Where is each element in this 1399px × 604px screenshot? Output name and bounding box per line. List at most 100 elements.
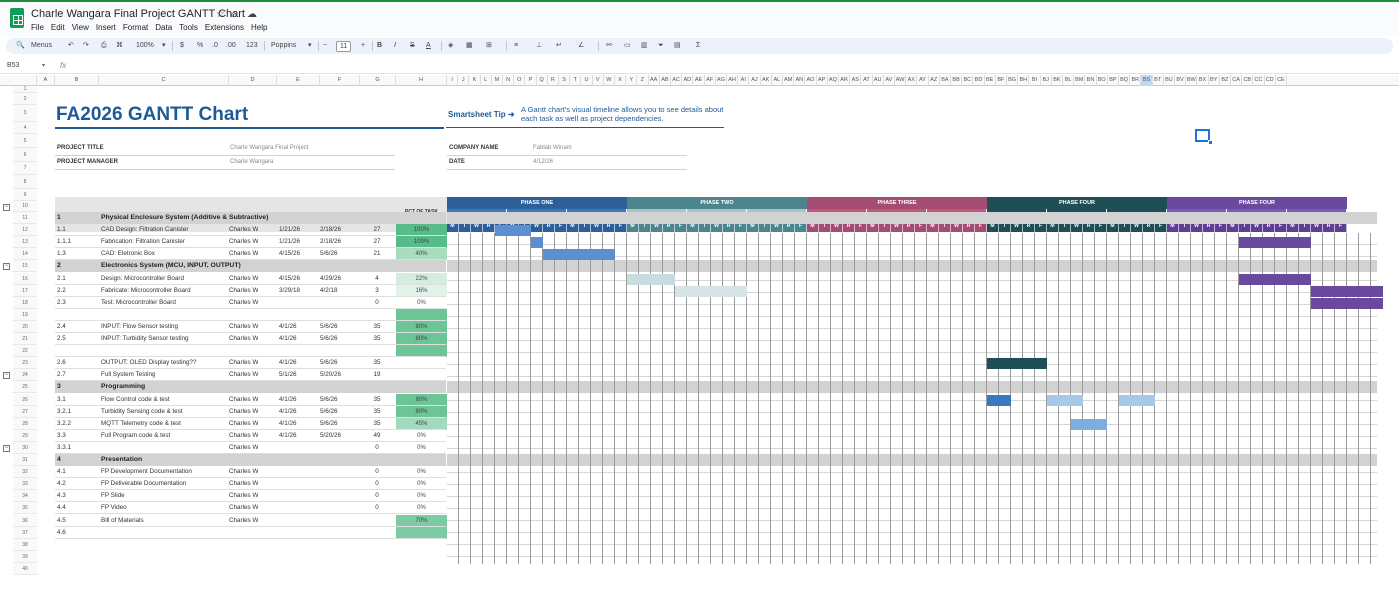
- section-row[interactable]: 1 Physical Enclosure System (Additive & S…: [55, 212, 446, 224]
- column-header-av[interactable]: AV: [884, 75, 895, 86]
- column-header-bh[interactable]: BH: [1018, 75, 1030, 86]
- collapse-group-icon[interactable]: −: [3, 263, 10, 271]
- menu-insert[interactable]: Insert: [96, 23, 120, 32]
- column-header-by[interactable]: BY: [1209, 75, 1220, 86]
- column-header-ao[interactable]: AO: [805, 75, 817, 86]
- undo-icon[interactable]: ↶: [68, 40, 74, 52]
- horizontal-align-icon[interactable]: ≡: [514, 40, 518, 52]
- column-header-as[interactable]: AS: [850, 75, 862, 86]
- row-header-27[interactable]: 27: [13, 405, 37, 418]
- column-header-an[interactable]: AN: [794, 75, 806, 86]
- currency-format-button[interactable]: $: [180, 40, 184, 52]
- row-header-10[interactable]: 10: [13, 201, 37, 212]
- gantt-bar[interactable]: [1071, 418, 1107, 430]
- row-header-12[interactable]: 12: [13, 224, 37, 237]
- column-header-ac[interactable]: AC: [671, 75, 683, 86]
- column-header-bj[interactable]: BJ: [1041, 75, 1052, 86]
- vertical-align-icon[interactable]: ⊥: [536, 40, 542, 52]
- font-select[interactable]: Poppins: [271, 40, 296, 52]
- row-header-7[interactable]: 7: [13, 162, 37, 175]
- star-icon[interactable]: ☆: [216, 9, 225, 20]
- column-header-r[interactable]: R: [548, 75, 559, 86]
- column-header-bx[interactable]: BX: [1197, 75, 1209, 86]
- task-title-cell[interactable]: Presentation: [101, 454, 142, 466]
- gantt-bar[interactable]: [1239, 273, 1311, 285]
- column-header-p[interactable]: P: [525, 75, 537, 86]
- column-header-bz[interactable]: BZ: [1220, 75, 1231, 86]
- column-header-x[interactable]: X: [615, 75, 627, 86]
- column-header-m[interactable]: M: [492, 75, 503, 86]
- column-header-bn[interactable]: BN: [1085, 75, 1097, 86]
- row-header-1[interactable]: 1: [13, 86, 37, 93]
- task-title-cell[interactable]: Physical Enclosure System (Additive & Su…: [101, 212, 268, 224]
- gantt-bar[interactable]: [495, 225, 531, 237]
- section-row[interactable]: 2 Electronics System (MCU, INPUT, OUTPUT): [55, 260, 446, 273]
- row-header-35[interactable]: 35: [13, 502, 37, 515]
- borders-icon[interactable]: ▦: [466, 40, 473, 52]
- cloud-status-icon[interactable]: ☁: [247, 9, 257, 20]
- insert-link-icon[interactable]: ⚯: [606, 40, 612, 52]
- row-header-14[interactable]: 14: [13, 248, 37, 261]
- row-header-38[interactable]: 38: [13, 538, 37, 551]
- column-header-bk[interactable]: BK: [1052, 75, 1063, 86]
- filter-views-icon[interactable]: ▤: [674, 40, 681, 52]
- row-header-37[interactable]: 37: [13, 526, 37, 539]
- search-menus-label[interactable]: Menus: [31, 40, 52, 52]
- column-header-d[interactable]: D: [229, 75, 277, 86]
- text-wrap-icon[interactable]: ↵: [556, 40, 562, 52]
- fill-color-icon[interactable]: ◈: [448, 40, 453, 52]
- row-header-18[interactable]: 18: [13, 296, 37, 309]
- column-header-aa[interactable]: AA: [649, 75, 660, 86]
- column-header-s[interactable]: S: [559, 75, 571, 86]
- row-header-32[interactable]: 32: [13, 466, 37, 479]
- column-header-ag[interactable]: AG: [716, 75, 727, 86]
- column-header-bw[interactable]: BW: [1186, 75, 1198, 86]
- wbs-cell[interactable]: 4: [57, 454, 61, 466]
- menu-help[interactable]: Help: [251, 23, 271, 32]
- chevron-down-icon[interactable]: ▾: [162, 40, 166, 52]
- chevron-down-icon[interactable]: ▾: [42, 62, 45, 69]
- column-header-ce[interactable]: CE: [1276, 75, 1287, 86]
- row-header-11[interactable]: 11: [13, 212, 37, 225]
- column-header-ap[interactable]: AP: [817, 75, 828, 86]
- row-header-30[interactable]: 30: [13, 441, 37, 454]
- row-header-3[interactable]: 3: [13, 105, 37, 122]
- insert-comment-icon[interactable]: ▭: [624, 40, 631, 52]
- menu-extensions[interactable]: Extensions: [205, 23, 248, 32]
- wbs-cell[interactable]: 2: [57, 260, 61, 272]
- column-header-y[interactable]: Y: [626, 75, 638, 86]
- menu-edit[interactable]: Edit: [51, 23, 69, 32]
- redo-icon[interactable]: ↷: [83, 40, 89, 52]
- row-header-2[interactable]: 2: [13, 93, 37, 105]
- gantt-bar[interactable]: [1047, 394, 1083, 406]
- filter-icon[interactable]: ⏷: [658, 40, 664, 52]
- menu-data[interactable]: Data: [155, 23, 176, 32]
- column-header-al[interactable]: AL: [772, 75, 783, 86]
- wbs-cell[interactable]: 1: [57, 212, 61, 224]
- column-header-bi[interactable]: BI: [1029, 75, 1041, 86]
- column-header-bb[interactable]: BB: [951, 75, 963, 86]
- column-header-ar[interactable]: AR: [839, 75, 851, 86]
- search-menus-icon[interactable]: 🔍: [16, 40, 25, 52]
- menu-view[interactable]: View: [72, 23, 93, 32]
- row-header-9[interactable]: 9: [13, 189, 37, 201]
- row-header-13[interactable]: 13: [13, 236, 37, 249]
- zoom-select[interactable]: 100%: [136, 40, 154, 52]
- column-header-aw[interactable]: AW: [895, 75, 907, 86]
- column-header-br[interactable]: BR: [1130, 75, 1142, 86]
- gantt-bar[interactable]: [1119, 394, 1155, 406]
- column-header-ax[interactable]: AX: [906, 75, 918, 86]
- section-row[interactable]: 3 Programming: [55, 381, 446, 394]
- column-header-o[interactable]: O: [514, 75, 526, 86]
- row-header-39[interactable]: 39: [13, 550, 37, 563]
- column-header-bt[interactable]: BT: [1153, 75, 1164, 86]
- functions-button[interactable]: Σ: [696, 40, 700, 52]
- column-header-bp[interactable]: BP: [1108, 75, 1119, 86]
- column-header-am[interactable]: AM: [783, 75, 795, 86]
- insert-chart-icon[interactable]: ▥: [641, 40, 648, 52]
- italic-button[interactable]: I: [394, 40, 396, 52]
- row-header-40[interactable]: 40: [13, 562, 37, 575]
- column-header-cc[interactable]: CC: [1253, 75, 1265, 86]
- column-header-bu[interactable]: BU: [1164, 75, 1175, 86]
- row-header-28[interactable]: 28: [13, 417, 37, 430]
